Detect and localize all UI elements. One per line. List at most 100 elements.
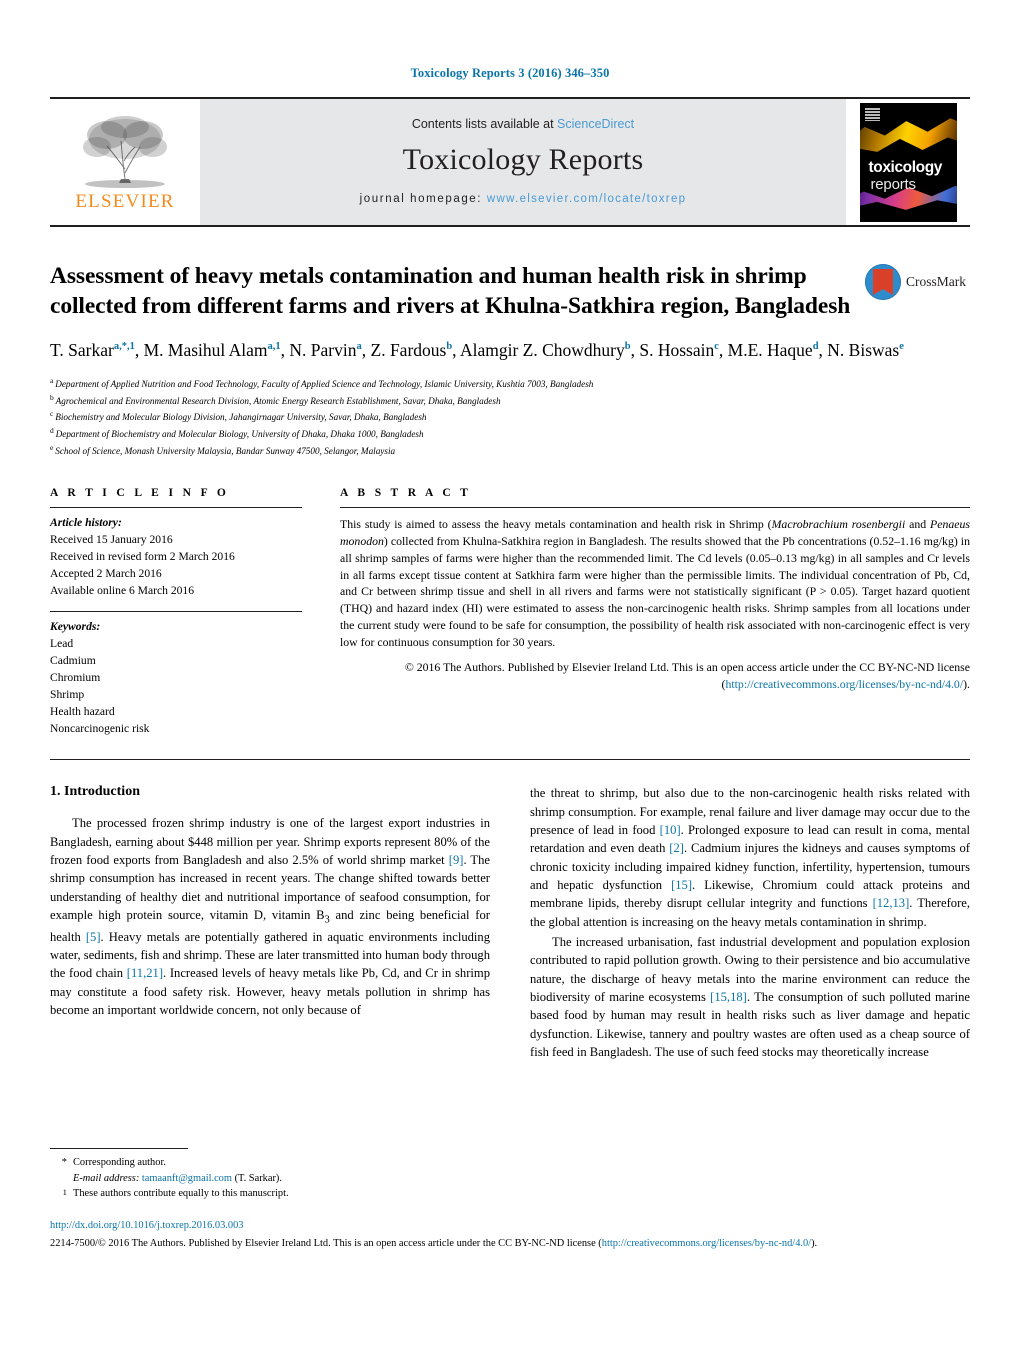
author-name[interactable]: Alamgir Z. Chowdhury	[460, 340, 625, 360]
affiliation-item: d Department of Biochemistry and Molecul…	[50, 426, 424, 440]
abstract-text: This study is aimed to assess the heavy …	[340, 508, 970, 650]
body-separator-rule	[50, 759, 970, 761]
keyword-item[interactable]: Chromium	[50, 670, 302, 687]
abstract-copyright: © 2016 The Authors. Published by Elsevie…	[340, 659, 970, 693]
citation-reference[interactable]: [10]	[660, 823, 681, 837]
author-name[interactable]: T. Sarkar	[50, 340, 114, 360]
footnote-rule	[50, 1148, 188, 1149]
title-main: Assessment of heavy metals contamination…	[50, 261, 865, 321]
cover-art: toxicology reports	[859, 102, 957, 222]
body-left-column: 1. Introduction The processed frozen shr…	[50, 784, 490, 1063]
masthead-center: Contents lists available at ScienceDirec…	[200, 99, 846, 225]
sciencedirect-link[interactable]: ScienceDirect	[557, 117, 634, 131]
author-affiliation-mark: b	[446, 341, 453, 353]
journal-title: Toxicology Reports	[402, 143, 644, 176]
doi-link[interactable]: http://dx.doi.org/10.1016/j.toxrep.2016.…	[50, 1218, 970, 1234]
affiliation-mark: b	[50, 392, 56, 402]
affiliation-list: a Department of Applied Nutrition and Fo…	[50, 375, 970, 460]
homepage-url[interactable]: www.elsevier.com/locate/toxrep	[487, 193, 686, 205]
affiliation-mark: e	[50, 443, 56, 453]
elsevier-tree-icon	[83, 116, 167, 188]
citation-reference[interactable]: [15,18]	[710, 990, 747, 1004]
footnote-corresponding-text: Corresponding author. E-mail address: ta…	[73, 1155, 282, 1186]
author-affiliation-mark: d	[812, 341, 819, 353]
author-name[interactable]: N. Biswas	[827, 340, 899, 360]
cover-title-line2: reports	[870, 175, 916, 193]
section-heading-introduction: 1. Introduction	[50, 784, 140, 800]
citation-reference[interactable]: [2]	[669, 841, 684, 855]
journal-masthead: ELSEVIER Contents lists available at Sci…	[50, 97, 970, 227]
issn-text-part2: ).	[811, 1237, 818, 1249]
keyword-item[interactable]: Shrimp	[50, 687, 302, 704]
email-owner: (T. Sarkar).	[234, 1172, 282, 1184]
article-info-column: A R T I C L E I N F O Article history: R…	[50, 487, 302, 737]
homepage-label: journal homepage:	[359, 193, 483, 205]
citation-reference[interactable]: [15]	[671, 878, 692, 892]
email-line: E-mail address: tamaanft@gmail.com (T. S…	[73, 1171, 282, 1187]
article-info-heading: A R T I C L E I N F O	[50, 487, 230, 500]
article-history-item: Accepted 2 March 2016	[50, 567, 162, 581]
abstract-heading: A B S T R A C T	[340, 487, 472, 500]
body-paragraph: the threat to shrimp, but also due to th…	[530, 786, 971, 929]
abstract-and: and	[905, 517, 931, 532]
footnote-equal-contribution: 1 These authors contribute equally to th…	[50, 1186, 480, 1205]
author-affiliation-mark: b	[624, 341, 631, 353]
species-name-1: Macrobrachium rosenbergii	[771, 517, 906, 532]
info-abstract-row: A R T I C L E I N F O Article history: R…	[50, 487, 970, 737]
bottom-block: http://dx.doi.org/10.1016/j.toxrep.2016.…	[50, 1218, 970, 1251]
email-link[interactable]: tamaanft@gmail.com	[142, 1173, 232, 1184]
citation-reference[interactable]: [12,13]	[873, 896, 910, 910]
author-affiliation-mark: c	[714, 341, 719, 353]
crossmark-icon	[865, 264, 901, 300]
cover-title-line1: toxicology	[868, 158, 943, 176]
keyword-item[interactable]: Noncarcinogenic risk	[50, 721, 302, 738]
body-paragraph: The increased urbanisation, fast industr…	[530, 934, 970, 1059]
author-name[interactable]: M. Masihul Alam	[144, 340, 268, 360]
footnote-equal-text: These authors contribute equally to this…	[73, 1188, 289, 1200]
article-history-label: Article history:	[50, 516, 122, 530]
citation-reference[interactable]: [5]	[86, 930, 101, 944]
article-page: Toxicology Reports 3 (2016) 346–350 ELSE…	[0, 0, 1020, 1351]
affiliation-item: b Agrochemical and Environmental Researc…	[50, 392, 501, 406]
affiliation-item: c Biochemistry and Molecular Biology Div…	[50, 409, 427, 423]
contents-prefix: Contents lists available at	[411, 117, 558, 131]
corresponding-author-label: Corresponding author.	[73, 1157, 166, 1168]
footnote-mark-one: 1	[62, 1187, 67, 1198]
author-affiliation-mark: a	[356, 341, 362, 353]
author-name[interactable]: N. Parvin	[289, 340, 356, 360]
subscript: 3	[324, 914, 330, 926]
title-area: Assessment of heavy metals contamination…	[50, 261, 970, 321]
keyword-item[interactable]: Health hazard	[50, 704, 302, 721]
keyword-item[interactable]: Lead	[50, 636, 302, 653]
email-label: E-mail address:	[73, 1172, 140, 1184]
abstract-part2: ) collected from Khulna-Satkhira region …	[340, 534, 970, 649]
affiliation-item: e School of Science, Monash University M…	[50, 443, 396, 457]
citation-reference[interactable]: [11,21]	[127, 966, 163, 980]
keywords-label: Keywords:	[50, 619, 101, 633]
crossmark-badge[interactable]: CrossMark	[865, 261, 970, 300]
page-title: Assessment of heavy metals contamination…	[50, 263, 851, 320]
journal-cover-thumbnail: toxicology reports	[846, 99, 970, 225]
cc-license-link[interactable]: http://creativecommons.org/licenses/by-n…	[725, 677, 963, 691]
citation-reference[interactable]: [9]	[449, 853, 464, 867]
affiliation-mark: c	[50, 409, 56, 419]
affiliation-mark: d	[50, 426, 56, 436]
elsevier-mark-icon	[864, 107, 880, 121]
abstract-column: A B S T R A C T This study is aimed to a…	[340, 487, 970, 737]
abstract-part1: This study is aimed to assess the heavy …	[340, 517, 772, 532]
affiliation-item: a Department of Applied Nutrition and Fo…	[50, 375, 594, 389]
author-affiliation-mark: a,*,1	[113, 341, 135, 353]
elsevier-wordmark: ELSEVIER	[75, 191, 175, 212]
author-name[interactable]: Z. Fardous	[371, 340, 447, 360]
body-right-column: the threat to shrimp, but also due to th…	[530, 784, 970, 1063]
author-name[interactable]: S. Hossain	[639, 340, 714, 360]
body-paragraph: The processed frozen shrimp industry is …	[50, 816, 491, 1018]
issn-copyright-line: 2214-7500/© 2016 The Authors. Published …	[50, 1236, 970, 1252]
author-name[interactable]: M.E. Haque	[728, 340, 813, 360]
keyword-item[interactable]: Cadmium	[50, 653, 302, 670]
body-columns: 1. Introduction The processed frozen shr…	[50, 784, 970, 1063]
running-head: Toxicology Reports 3 (2016) 346–350	[410, 66, 610, 80]
contents-available-line: Contents lists available at ScienceDirec…	[412, 117, 634, 131]
journal-homepage-line: journal homepage: www.elsevier.com/locat…	[360, 193, 687, 205]
cc-license-link-bottom[interactable]: http://creativecommons.org/licenses/by-n…	[602, 1238, 811, 1249]
